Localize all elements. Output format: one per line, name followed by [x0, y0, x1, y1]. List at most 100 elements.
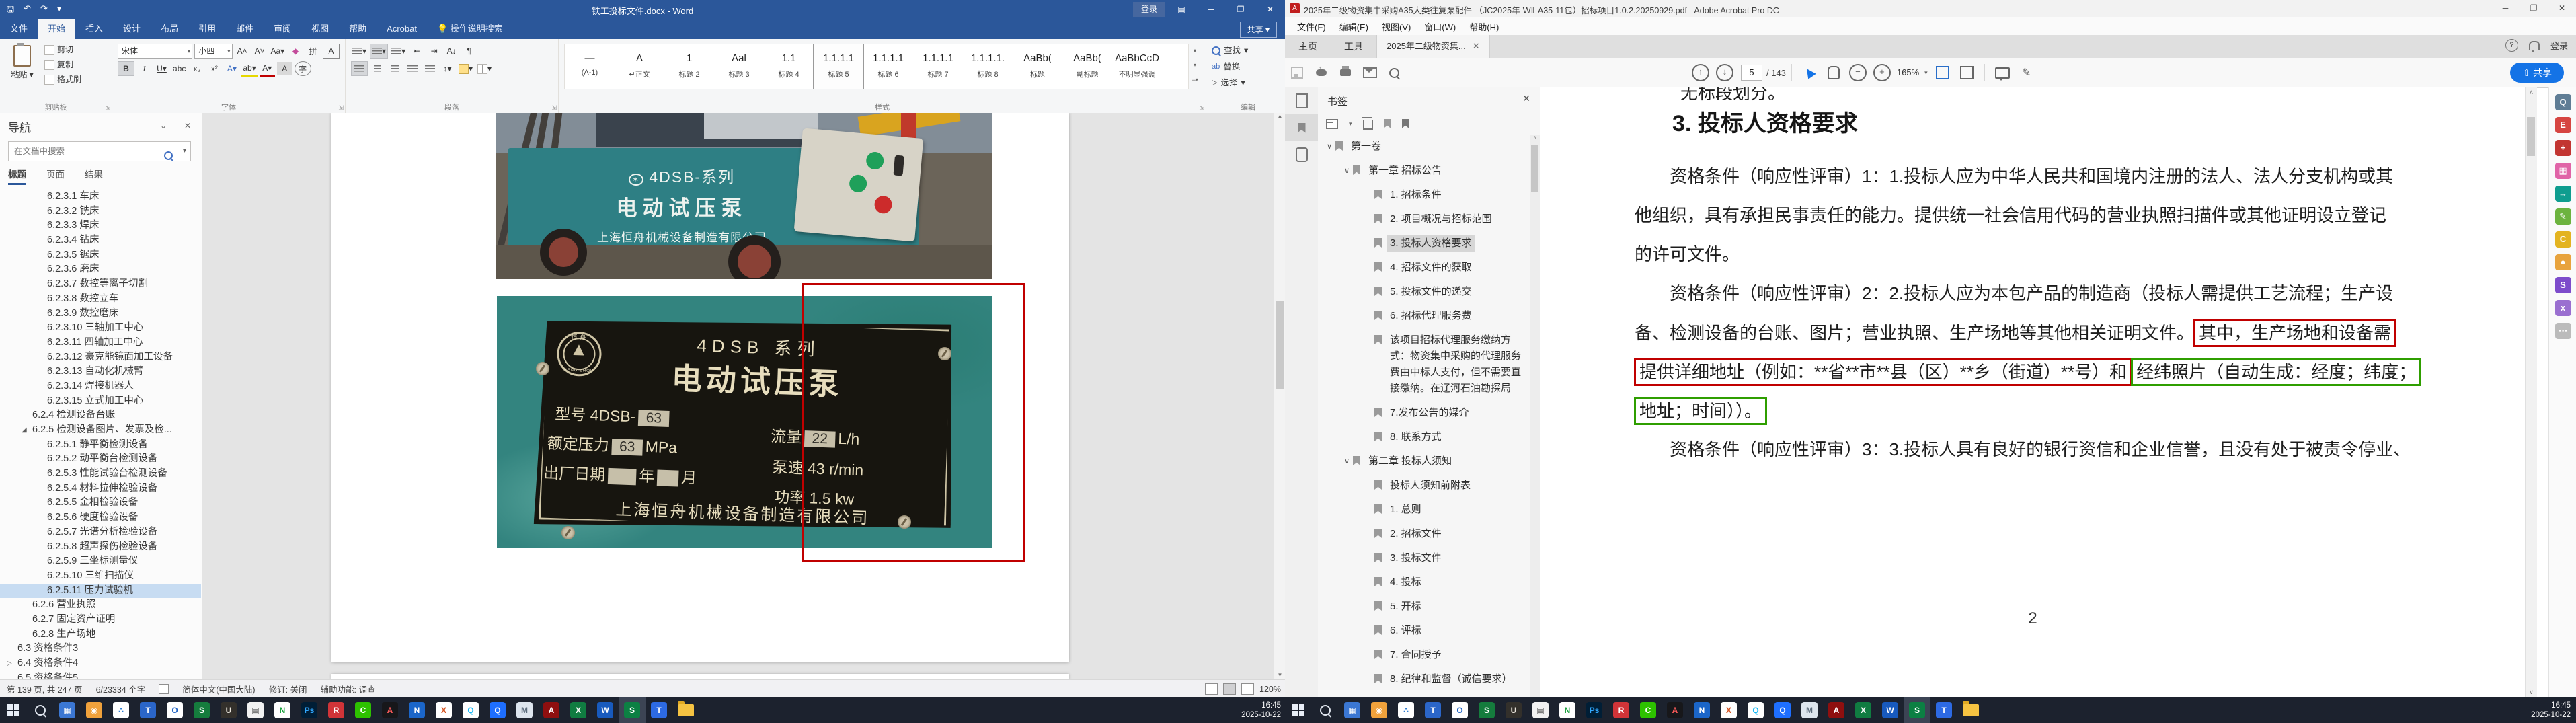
wechat-icon[interactable]: C: [1635, 697, 1662, 723]
combine-files-icon[interactable]: C: [2554, 231, 2571, 248]
bookmark-item[interactable]: 6. 评标: [1318, 619, 1530, 643]
acrobat-signin[interactable]: 登录: [2550, 39, 2568, 52]
close-button[interactable]: ✕: [2548, 0, 2576, 17]
subscript-button[interactable]: x₂: [189, 62, 204, 75]
bookmark-item[interactable]: 3. 投标文件: [1318, 546, 1530, 570]
zoom-level[interactable]: 120%: [1259, 685, 1281, 694]
sort-icon[interactable]: A↓: [444, 44, 459, 58]
text-effects-button[interactable]: A▾: [224, 62, 239, 75]
red-flower-app-icon[interactable]: R: [1608, 697, 1635, 723]
nav-item[interactable]: ▷ 6.4 资格条件4: [0, 656, 201, 671]
page-indicator[interactable]: 第 139 页, 共 247 页: [7, 683, 83, 695]
home-tab[interactable]: 主页: [1285, 35, 1331, 58]
new-bookmark-icon[interactable]: [1383, 119, 1391, 128]
bookmark-item[interactable]: 4. 投标: [1318, 570, 1530, 595]
more-tools-icon[interactable]: ⋯: [2554, 323, 2571, 339]
shading-icon[interactable]: ▾: [457, 62, 474, 75]
nav-item[interactable]: 6.2.3.6 磨床: [0, 262, 201, 277]
word-tab-9[interactable]: 视图: [301, 19, 339, 39]
highlight-button[interactable]: ab▾: [241, 61, 258, 77]
bookmark-item[interactable]: ∨ 第二章 投标人须知: [1318, 449, 1530, 473]
multilevel-list-icon[interactable]: ▾: [390, 44, 407, 58]
show-marks-icon[interactable]: ¶: [461, 44, 477, 58]
pdf-vertical-scrollbar[interactable]: ∧ ∨: [2525, 87, 2537, 697]
upload-cloud-icon[interactable]: [1309, 63, 1333, 83]
bookmark-item[interactable]: 6. 招标代理服务费: [1318, 304, 1530, 328]
file-explorer-icon[interactable]: [1957, 697, 1984, 723]
style-item-标题[interactable]: AaBb(标题: [1013, 44, 1062, 89]
bookmark-item[interactable]: 1. 总则: [1318, 498, 1530, 522]
word-tab-10[interactable]: 帮助: [339, 19, 377, 39]
style-item-(A-1)[interactable]: — (A-1): [565, 44, 615, 89]
nav-tab-结果[interactable]: 结果: [85, 167, 103, 185]
menu-文件(F)[interactable]: 文件(F): [1290, 20, 1333, 33]
nav-item[interactable]: 6.2.3.5 锯床: [0, 248, 201, 263]
acrobat-app-icon[interactable]: A: [538, 697, 565, 723]
select-button[interactable]: ▷ 选择 ▾: [1212, 75, 1284, 91]
nav-item[interactable]: 6.2.3.14 焊接机器人: [0, 379, 201, 394]
change-case-button[interactable]: Aa▾: [270, 44, 286, 58]
superscript-button[interactable]: x²: [206, 62, 222, 75]
increase-indent-icon[interactable]: ⇥: [426, 44, 442, 58]
track-changes-indicator[interactable]: 修订: 关闭: [269, 683, 307, 695]
close-button[interactable]: ✕: [1255, 0, 1285, 19]
print-icon[interactable]: [1333, 63, 1358, 83]
word-share-button[interactable]: 共享 ▾: [1239, 22, 1277, 38]
nav-item[interactable]: 6.2.3.2 铣床: [0, 204, 201, 219]
nav-item[interactable]: 6.2.3.11 四轴加工中心: [0, 336, 201, 350]
find-button[interactable]: 查找 ▾: [1212, 42, 1284, 59]
taskbar-clock-right[interactable]: 16:45 2025-10-22: [2531, 701, 2571, 720]
styles-gallery-more[interactable]: ▴ ▾ ═▾: [1189, 42, 1200, 87]
notes-app-icon[interactable]: ▤: [1527, 697, 1554, 723]
bookmark-item[interactable]: 2. 招标文件: [1318, 522, 1530, 546]
word-tab-2[interactable]: 开始: [38, 19, 76, 39]
nav-item[interactable]: 6.2.3.15 立式加工中心: [0, 394, 201, 409]
nav-item[interactable]: 6.2.3.13 自动化机械臂: [0, 365, 201, 379]
borders-icon[interactable]: ▾: [476, 62, 493, 75]
word-vertical-scrollbar[interactable]: ▲ ▼: [1274, 113, 1286, 679]
acrobat-share-button[interactable]: ⇧ 共享: [2510, 63, 2564, 83]
bookmark-item[interactable]: 7.发布公告的媒介: [1318, 401, 1530, 425]
character-border-button[interactable]: A: [323, 44, 340, 59]
search-button-icon[interactable]: [27, 697, 54, 723]
cup-app-icon[interactable]: U: [1500, 697, 1527, 723]
qq-icon[interactable]: Q: [457, 697, 484, 723]
nav-item[interactable]: 6.2.5.7 光谱分析检验设备: [0, 525, 201, 540]
file-explorer-icon[interactable]: [672, 697, 699, 723]
word-count[interactable]: 6/23334 个字: [96, 683, 146, 695]
document-tab[interactable]: 2025年二级物资集... ✕: [1376, 35, 1490, 58]
nav-item[interactable]: 6.2.3.10 三轴加工中心: [0, 321, 201, 336]
reader-a-app-icon[interactable]: A: [1662, 697, 1688, 723]
line-spacing-icon[interactable]: ↕▾: [440, 62, 455, 75]
restore-button[interactable]: ❐: [1226, 0, 1255, 19]
organize-pages-icon[interactable]: ▦: [2554, 163, 2571, 179]
mail-n-app-icon[interactable]: N: [1688, 697, 1715, 723]
bookmarks-scrollbar[interactable]: ∧: [1530, 135, 1540, 697]
shrink-font-button[interactable]: A˅: [252, 44, 268, 58]
nav-item[interactable]: 6.2.3.8 数控立车: [0, 292, 201, 307]
style-item-标题 6[interactable]: 1.1.1.1 标题 6: [863, 44, 913, 89]
align-left-icon[interactable]: [351, 61, 368, 76]
grow-font-button[interactable]: A˄: [235, 44, 250, 58]
sprout-app-icon[interactable]: S: [1473, 697, 1500, 723]
docs-app-icon[interactable]: T: [134, 697, 161, 723]
bullets-icon[interactable]: ▾: [351, 44, 368, 58]
nav-item[interactable]: 6.2.5.11 压力试验机: [0, 583, 201, 599]
ribbon-display-options-icon[interactable]: ▤: [1167, 0, 1196, 19]
enclose-characters-button[interactable]: 字: [294, 61, 311, 76]
notes-app-icon[interactable]: ▤: [242, 697, 269, 723]
highlighter-icon[interactable]: ✎: [2015, 63, 2039, 83]
nav-item[interactable]: 6.2.5.6 硬度检验设备: [0, 510, 201, 525]
nav-item[interactable]: 6.2.3.3 焊床: [0, 219, 201, 233]
word-icon[interactable]: W: [1877, 697, 1904, 723]
word-tab-3[interactable]: 插入: [75, 19, 113, 39]
underline-button[interactable]: U▾: [154, 62, 169, 75]
nav-tab-页面[interactable]: 页面: [46, 167, 65, 185]
style-item-↵正文[interactable]: A ↵正文: [615, 44, 664, 89]
excel-icon[interactable]: X: [565, 697, 592, 723]
word-tab-1[interactable]: 文件: [0, 19, 38, 39]
language-indicator[interactable]: 简体中文(中国大陆): [182, 683, 255, 695]
word-icon[interactable]: W: [592, 697, 619, 723]
word-tab-8[interactable]: 审阅: [264, 19, 301, 39]
photoshop-icon[interactable]: Ps: [1581, 697, 1608, 723]
